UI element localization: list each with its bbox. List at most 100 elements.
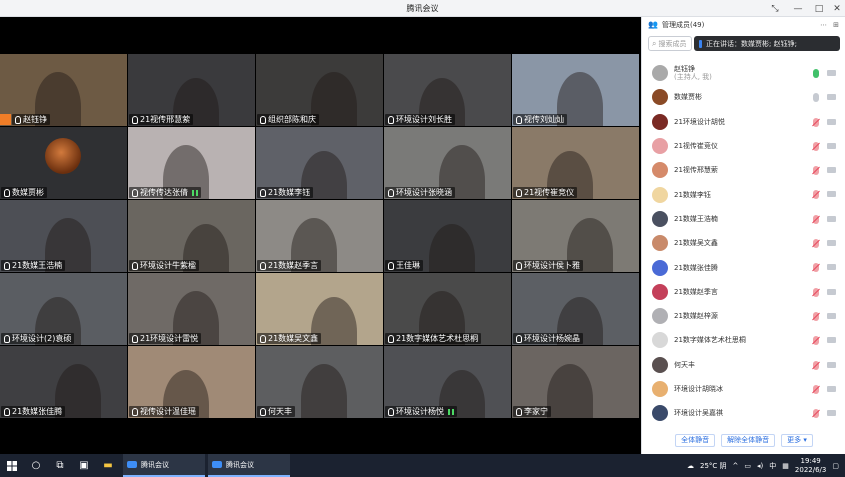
camera-icon[interactable]	[827, 361, 836, 368]
pin-button[interactable]: ⤡	[764, 1, 786, 16]
participant-name-label: 组织部陈和庆	[257, 114, 319, 125]
member-row[interactable]: 21环境设计胡悦	[642, 110, 845, 134]
camera-icon[interactable]	[827, 70, 836, 76]
camera-icon[interactable]	[827, 264, 836, 271]
video-tile[interactable]: 21视传崔竞仪	[512, 127, 639, 199]
camera-icon[interactable]	[827, 94, 836, 101]
video-tile[interactable]: 王佳琳	[384, 200, 511, 272]
member-row[interactable]: 21视传崔竞仪	[642, 134, 845, 158]
windows-start-icon[interactable]	[0, 454, 24, 477]
member-row[interactable]: 21视传邢慧萦	[642, 158, 845, 182]
expand-icon[interactable]: ⊞	[833, 21, 839, 29]
member-row[interactable]: 21数媒王浩楠	[642, 207, 845, 231]
more-icon[interactable]: ⋯	[820, 21, 827, 29]
mic-muted-icon[interactable]	[813, 141, 819, 151]
ime-grid-icon[interactable]: ▦	[782, 462, 789, 470]
file-explorer-icon[interactable]: ▬	[96, 454, 120, 477]
close-button[interactable]: ✕	[826, 1, 845, 16]
taskbar-app-tencent-meeting-2[interactable]: 腾讯会议	[208, 454, 290, 477]
video-tile[interactable]: 21视传邢慧萦	[128, 54, 255, 126]
member-row[interactable]: 21数媒吴文鑫	[642, 231, 845, 255]
video-tile[interactable]: 环境设计杨悦	[384, 346, 511, 418]
member-row[interactable]: 21数媒赵梓源	[642, 304, 845, 328]
participant-name-label: 21数媒王浩楠	[1, 260, 66, 271]
camera-icon[interactable]	[827, 337, 836, 344]
mic-muted-icon[interactable]	[813, 360, 819, 370]
video-tile[interactable]: 环境设计侯卜雅	[512, 200, 639, 272]
clock[interactable]: 19:49 2022/6/3	[795, 457, 826, 475]
member-row[interactable]: 环境设计胡晓冰	[642, 377, 845, 401]
member-row[interactable]: 21数媒李钰	[642, 182, 845, 206]
unmute-all-button[interactable]: 解除全体静音	[721, 433, 776, 447]
camera-icon[interactable]	[827, 118, 836, 125]
more-button[interactable]: 更多 ▾	[781, 433, 813, 447]
mic-muted-icon[interactable]	[813, 409, 819, 419]
network-icon[interactable]: ▭	[744, 462, 751, 470]
video-tile[interactable]: 何天丰	[256, 346, 383, 418]
taskbar-app-tencent-meeting-1[interactable]: 腾讯会议	[123, 454, 205, 477]
mic-muted-icon[interactable]	[813, 336, 819, 346]
video-tile[interactable]: 21数媒吴文鑫	[256, 273, 383, 345]
camera-icon[interactable]	[827, 385, 836, 392]
camera-icon[interactable]	[827, 215, 836, 222]
mic-icon	[4, 188, 10, 197]
camera-icon[interactable]	[827, 288, 836, 295]
search-icon[interactable]: ○	[24, 454, 48, 477]
mic-muted-icon[interactable]	[813, 239, 819, 249]
mic-muted-icon[interactable]	[813, 214, 819, 224]
member-row[interactable]: 21数媒张佳腾	[642, 255, 845, 279]
video-tile[interactable]: 视传刘灿灿	[512, 54, 639, 126]
camera-icon[interactable]	[827, 191, 836, 198]
video-tile[interactable]: 21数媒张佳腾	[0, 346, 127, 418]
video-tile[interactable]: 赵钰铮	[0, 54, 127, 126]
member-row[interactable]: 赵钰铮 (主持人, 我)	[642, 61, 845, 85]
window-titlebar: 腾讯会议 ⤡ — □ ✕	[0, 0, 845, 17]
mic-muted-icon[interactable]	[813, 117, 819, 127]
notification-icon[interactable]: ▢	[832, 462, 839, 470]
member-row[interactable]: 数媒贾彬	[642, 85, 845, 109]
video-tile[interactable]: 数媒贾彬	[0, 127, 127, 199]
camera-icon[interactable]	[827, 142, 836, 149]
video-tile[interactable]: 21数媒赵季言	[256, 200, 383, 272]
task-view-icon[interactable]: ⧉	[48, 454, 72, 477]
video-tile[interactable]: 环境设计(2)袁硕	[0, 273, 127, 345]
ime-indicator[interactable]: 中	[769, 461, 776, 471]
video-tile[interactable]: 视传传达张倩	[128, 127, 255, 199]
mic-icon[interactable]	[813, 69, 819, 78]
speaker-icon[interactable]: ◂)	[757, 462, 763, 470]
mic-muted-icon[interactable]	[813, 166, 819, 176]
mic-muted-icon[interactable]	[813, 263, 819, 273]
video-tile[interactable]: 21数字媒体艺术杜思桐	[384, 273, 511, 345]
camera-icon[interactable]	[827, 240, 836, 247]
member-row[interactable]: 21数媒赵季言	[642, 280, 845, 304]
participant-name-label: 赵钰铮	[12, 114, 50, 125]
camera-icon[interactable]	[827, 410, 836, 417]
member-row[interactable]: 何天丰	[642, 353, 845, 377]
video-tile[interactable]: 环境设计张晓涵	[384, 127, 511, 199]
member-row[interactable]: 环境设计吴嘉祺	[642, 401, 845, 425]
weather-text[interactable]: 25°C 阴	[700, 461, 727, 471]
video-tile[interactable]: 环境设计刘长胜	[384, 54, 511, 126]
mic-muted-icon[interactable]	[813, 190, 819, 200]
video-tile[interactable]: 环境设计杨婉晶	[512, 273, 639, 345]
member-row[interactable]: 21数字媒体艺术杜思桐	[642, 328, 845, 352]
camera-icon[interactable]	[827, 167, 836, 174]
tray-up-arrow-icon[interactable]: ^	[733, 462, 739, 470]
video-tile[interactable]: 视传设计温佳瑶	[128, 346, 255, 418]
camera-icon[interactable]	[827, 312, 836, 319]
mic-icon[interactable]	[813, 93, 819, 103]
video-tile[interactable]: 组织部陈和庆	[256, 54, 383, 126]
video-tile[interactable]: 21数媒王浩楠	[0, 200, 127, 272]
video-tile[interactable]: 环境设计牛紫楹	[128, 200, 255, 272]
minimize-button[interactable]: —	[787, 1, 809, 16]
video-tile[interactable]: 21环境设计雷悦	[128, 273, 255, 345]
member-list: 赵钰铮 (主持人, 我) 数媒贾彬 21环境设计胡悦 21视传崔竞仪 21视传邢慧萦 21数…	[642, 61, 845, 425]
mic-muted-icon[interactable]	[813, 311, 819, 321]
video-tile[interactable]: 21数媒李钰	[256, 127, 383, 199]
mic-muted-icon[interactable]	[813, 287, 819, 297]
store-icon[interactable]: ▣	[72, 454, 96, 477]
mic-muted-icon[interactable]	[813, 384, 819, 394]
member-search-input[interactable]: ⌕ 搜索成员	[648, 36, 692, 51]
mute-all-button[interactable]: 全体静音	[675, 433, 716, 447]
video-tile[interactable]: 李家宁	[512, 346, 639, 418]
